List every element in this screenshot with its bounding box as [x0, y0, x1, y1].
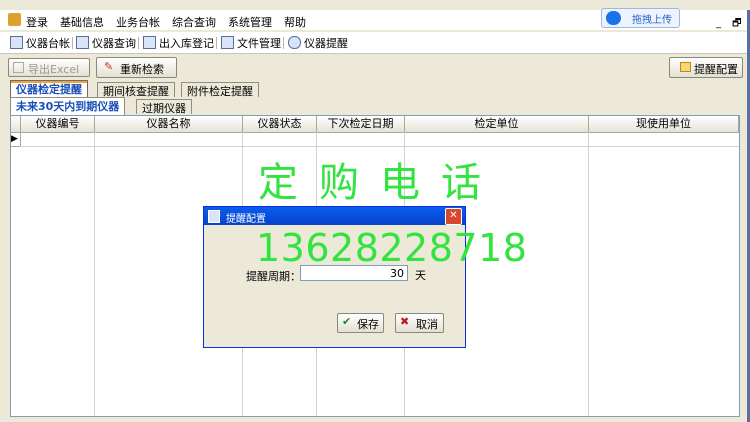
toolbar-ledger-label: 仪器台帐: [26, 37, 70, 50]
upload-label: 拖拽上传: [632, 15, 672, 26]
column-header[interactable]: 仪器状态: [243, 116, 317, 132]
menu-bar: 登录 基础信息 业务台帐 综合查询 系统管理 帮助 拖拽上传 _ 🗗: [0, 8, 750, 33]
menu-login[interactable]: 登录: [26, 14, 48, 30]
row-divider: [20, 146, 739, 147]
column-header[interactable]: 仪器名称: [95, 116, 243, 132]
toolbar-query[interactable]: 仪器查询: [76, 35, 136, 50]
wand-icon: ✎: [104, 60, 114, 73]
dialog-title: 提醒配置: [226, 214, 266, 225]
dialog-app-icon: [208, 210, 220, 223]
menu-system[interactable]: 系统管理: [228, 14, 272, 30]
window-controls[interactable]: _ 🗗: [716, 16, 746, 33]
re-search-button[interactable]: ✎ 重新检索: [96, 57, 177, 78]
search-icon: [76, 36, 89, 49]
cancel-button[interactable]: ✖ 取消: [395, 313, 444, 333]
check-icon: ✔: [342, 315, 352, 328]
toolbar-ledger[interactable]: 仪器台帐: [10, 35, 70, 50]
upload-button[interactable]: 拖拽上传: [601, 8, 680, 28]
cancel-label: 取消: [416, 318, 438, 331]
menu-query[interactable]: 综合查询: [172, 14, 216, 30]
toolbar-query-label: 仪器查询: [92, 37, 136, 50]
app-icon: [8, 13, 21, 26]
watermark-phone: 13628228718: [256, 226, 528, 270]
subtab-overdue[interactable]: 过期仪器: [136, 99, 192, 115]
excel-icon: [13, 62, 24, 73]
watermark-title: 定购电话: [258, 160, 502, 206]
save-label: 保存: [357, 318, 379, 331]
separator: [72, 37, 73, 49]
column-header[interactable]: 检定单位: [405, 116, 589, 132]
file-icon: [221, 36, 234, 49]
column-divider: [94, 132, 95, 416]
period-label: 提醒周期：: [246, 270, 301, 283]
menu-business-ledger[interactable]: 业务台帐: [116, 14, 160, 30]
toolbar-remind[interactable]: 仪器提醒: [288, 35, 348, 50]
separator: [138, 37, 139, 49]
export-label: 导出Excel: [28, 63, 80, 76]
config-icon: [680, 62, 691, 72]
tab-period-check[interactable]: 期间核查提醒: [97, 82, 175, 98]
toolbar-files-label: 文件管理: [237, 37, 281, 50]
export-excel-button[interactable]: 导出Excel: [8, 58, 90, 77]
grid-header: 仪器编号 仪器名称 仪器状态 下次检定日期 检定单位 现使用单位: [11, 116, 739, 133]
current-row-indicator[interactable]: ▶: [11, 132, 21, 147]
ledger-icon: [10, 36, 23, 49]
dialog-titlebar[interactable]: 提醒配置 ✕: [204, 207, 465, 225]
toolbar-remind-label: 仪器提醒: [304, 37, 348, 50]
toolbar-files[interactable]: 文件管理: [221, 35, 281, 50]
menu-help[interactable]: 帮助: [284, 14, 306, 30]
menu-basic-info[interactable]: 基础信息: [60, 14, 104, 30]
toolbar-register[interactable]: 出入库登记: [143, 35, 214, 50]
row-header-corner: [11, 116, 21, 132]
save-button[interactable]: ✔ 保存: [337, 313, 384, 333]
remind-config-label: 提醒配置: [694, 63, 738, 76]
column-divider: [588, 132, 589, 416]
info-icon: [288, 36, 301, 49]
close-button[interactable]: ✕: [445, 208, 462, 225]
close-icon: ✖: [400, 315, 410, 328]
column-header[interactable]: 仪器编号: [21, 116, 95, 132]
cloud-icon: [606, 11, 621, 25]
toolbar: 仪器台帐 仪器查询 出入库登记 文件管理 仪器提醒: [0, 32, 750, 54]
column-header[interactable]: 现使用单位: [589, 116, 739, 132]
separator: [216, 37, 217, 49]
tab-calibration-remind[interactable]: 仪器检定提醒: [10, 80, 88, 98]
remind-config-button[interactable]: 提醒配置: [669, 57, 743, 78]
register-icon: [143, 36, 156, 49]
tab-attachment-remind[interactable]: 附件检定提醒: [181, 82, 259, 98]
subtab-due-30-days[interactable]: 未来30天内到期仪器: [10, 97, 126, 115]
toolbar-register-label: 出入库登记: [159, 37, 214, 50]
reset-label: 重新检索: [120, 63, 164, 76]
separator: [283, 37, 284, 49]
column-header[interactable]: 下次检定日期: [317, 116, 405, 132]
